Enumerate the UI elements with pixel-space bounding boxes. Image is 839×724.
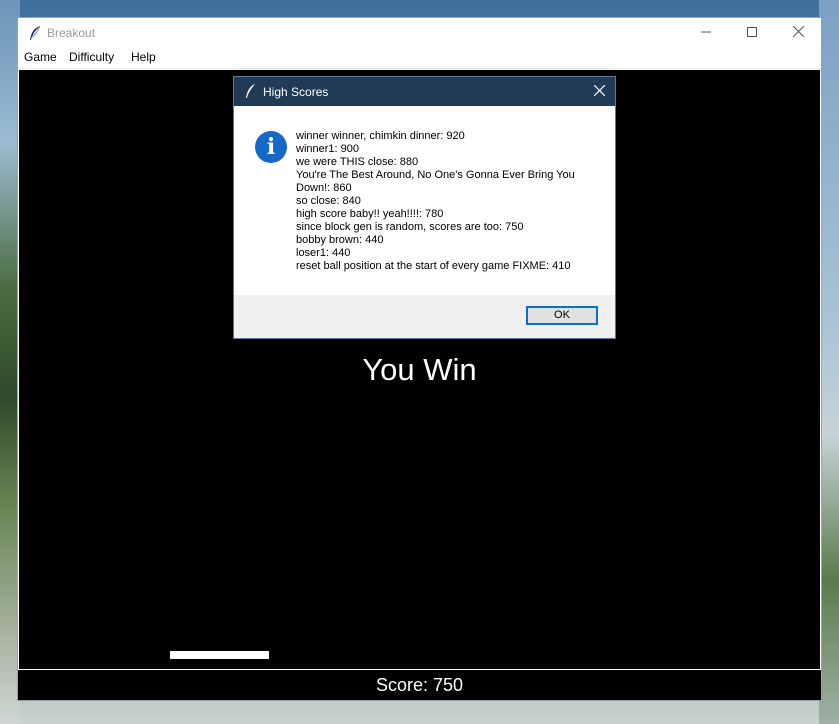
dialog-title: High Scores xyxy=(263,85,329,99)
feather-icon xyxy=(28,25,42,41)
score-display: Score: 750 xyxy=(18,670,821,700)
menu-help[interactable]: Help xyxy=(131,50,156,64)
desktop-background-right xyxy=(819,0,839,724)
info-icon: i xyxy=(255,131,287,163)
win-message: You Win xyxy=(362,352,477,387)
close-icon xyxy=(593,83,605,101)
score-entry: loser1: 440 xyxy=(296,247,351,259)
score-entry: winner1: 900 xyxy=(296,143,359,155)
paddle xyxy=(170,651,269,659)
ok-button[interactable]: OK xyxy=(526,306,598,325)
score-entry: reset ball position at the start of ever… xyxy=(296,260,571,272)
maximize-icon xyxy=(747,24,757,42)
score-entry: bobby brown: 440 xyxy=(296,234,384,246)
score-entry: we were THIS close: 880 xyxy=(296,156,419,168)
window-title: Breakout xyxy=(47,26,96,40)
score-entry: since block gen is random, scores are to… xyxy=(296,221,524,233)
score-entry: so close: 840 xyxy=(296,195,361,207)
menu-difficulty[interactable]: Difficulty xyxy=(69,50,114,64)
score-entry: You're The Best Around, No One's Gonna E… xyxy=(296,169,575,194)
close-button[interactable] xyxy=(775,18,821,48)
score-entry: high score baby!! yeah!!!!: 780 xyxy=(296,208,444,220)
dialog-titlebar[interactable]: High Scores xyxy=(234,77,615,106)
window-titlebar[interactable]: Breakout xyxy=(18,18,821,48)
high-score-list: winner winner, chimkin dinner: 920 winne… xyxy=(296,130,601,273)
info-glyph: i xyxy=(266,134,276,160)
dialog-footer: OK xyxy=(234,295,615,338)
feather-icon xyxy=(244,83,257,99)
dialog-close-button[interactable] xyxy=(583,77,615,106)
minimize-button[interactable] xyxy=(683,18,729,48)
close-icon xyxy=(792,24,804,42)
high-scores-dialog: High Scores i winner winner, chimkin din… xyxy=(233,76,616,339)
minimize-icon xyxy=(701,24,711,42)
menu-game[interactable]: Game xyxy=(24,50,57,64)
score-entry: winner winner, chimkin dinner: 920 xyxy=(296,130,465,142)
menu-bar: Game Difficulty Help xyxy=(18,48,821,68)
maximize-button[interactable] xyxy=(729,18,775,48)
